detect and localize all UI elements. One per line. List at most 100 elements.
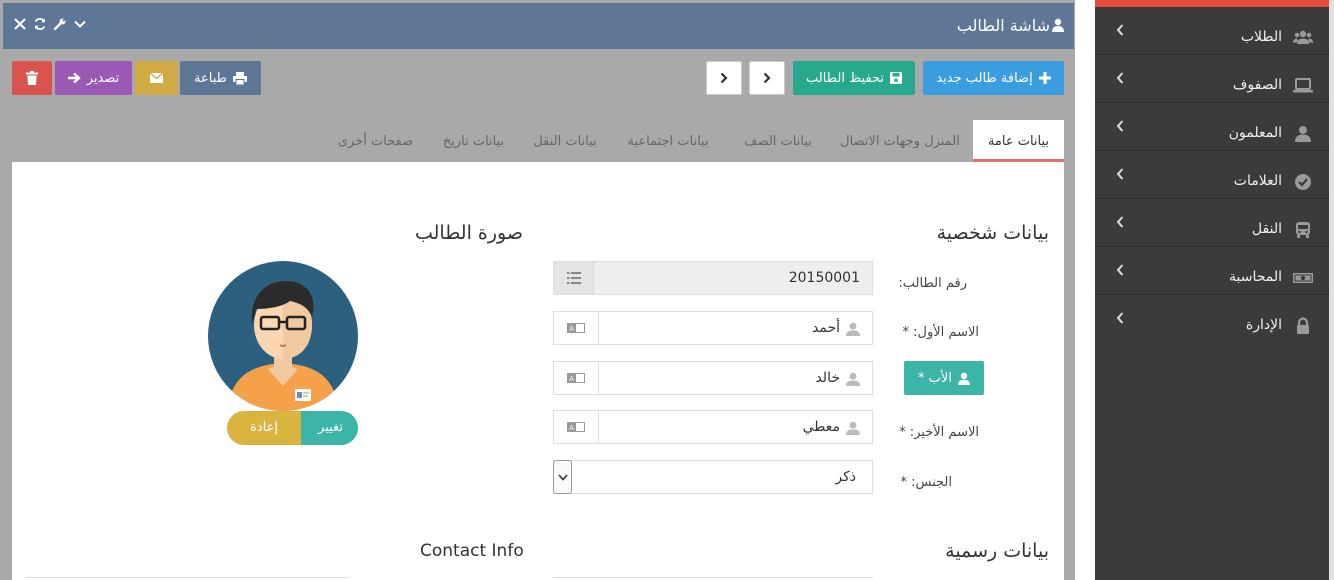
user-icon	[846, 421, 860, 435]
student-id-value: 20150001	[788, 270, 860, 286]
user-icon	[957, 372, 970, 385]
tab-other-pages[interactable]: صفحات أخرى	[326, 120, 425, 162]
chevron-left-icon	[1116, 168, 1124, 180]
plus-icon	[1038, 72, 1051, 84]
refresh-icon[interactable]	[32, 17, 48, 35]
student-avatar	[208, 261, 358, 411]
export-label: تصدير	[86, 70, 120, 86]
next-record-button[interactable]	[749, 61, 785, 95]
window-title: شاشة الطالب	[956, 16, 1050, 35]
tab-bar: بيانات عامة المنزل وجهات الاتصال بيانات …	[12, 120, 1064, 162]
sidebar-item-accounting[interactable]: المحاسبة	[1095, 247, 1329, 295]
sidebar-item-label: الطلاب	[1240, 29, 1282, 45]
print-button[interactable]: طباعة	[180, 61, 261, 95]
tab-general[interactable]: بيانات عامة	[973, 120, 1064, 162]
sidebar-item-administration[interactable]: الإدارة	[1095, 295, 1329, 343]
last-name-label: الاسم الأخير: *	[899, 425, 979, 440]
sidebar-edge	[1329, 0, 1334, 580]
language-toggle-icon[interactable]: A	[554, 411, 599, 443]
envelope-icon	[150, 73, 163, 83]
svg-text:A: A	[569, 325, 574, 333]
gender-label: الجنس: *	[900, 475, 952, 490]
chevron-down-icon[interactable]	[553, 460, 572, 494]
personal-heading: بيانات شخصية	[936, 222, 1049, 244]
sidebar-accent-bar	[1095, 0, 1329, 7]
window-titlebar: شاشة الطالب	[3, 3, 1074, 49]
chevron-right-icon	[720, 72, 728, 84]
father-button-label: الأب *	[918, 370, 952, 386]
user-icon	[1295, 126, 1311, 142]
language-toggle-icon[interactable]: A	[554, 362, 599, 394]
previous-record-button[interactable]	[706, 61, 742, 95]
sidebar-item-grades[interactable]: العلامات	[1095, 151, 1329, 199]
laptop-icon	[1293, 78, 1313, 93]
add-student-button[interactable]: إضافة طالب جديد	[923, 61, 1064, 95]
chevron-down-icon[interactable]	[72, 17, 88, 35]
last-name-value: معطي	[802, 419, 840, 435]
user-icon	[1052, 18, 1064, 32]
lock-icon	[1297, 317, 1309, 334]
print-label: طباعة	[194, 70, 227, 86]
sidebar-item-label: النقل	[1251, 221, 1282, 237]
first-name-field[interactable]: أحمد A	[553, 311, 873, 345]
chevron-left-icon	[1116, 72, 1124, 84]
tab-social[interactable]: بيانات اجتماعية	[612, 120, 724, 162]
change-photo-button[interactable]: تغيير	[301, 411, 358, 445]
bus-icon	[1296, 222, 1310, 238]
user-icon	[846, 322, 860, 336]
sidebar-item-label: المحاسبة	[1228, 269, 1282, 285]
tab-home-contacts[interactable]: المنزل وجهات الاتصال	[829, 120, 971, 162]
father-name-value: خالد	[815, 370, 840, 386]
last-name-field[interactable]: معطي A	[553, 410, 873, 444]
save-student-label: تحفيظ الطالب	[806, 70, 884, 86]
save-student-button[interactable]: تحفيظ الطالب	[793, 61, 915, 95]
father-name-field[interactable]: خالد A	[553, 361, 873, 395]
tab-transport[interactable]: بيانات النقل	[520, 120, 610, 162]
chevron-left-icon	[1116, 120, 1124, 132]
save-icon	[889, 72, 902, 84]
tab-history[interactable]: بيانات تاريخ	[429, 120, 518, 162]
user-icon	[846, 372, 860, 386]
chevron-left-icon	[1116, 24, 1124, 36]
money-icon	[1293, 273, 1313, 283]
chevron-left-icon	[1116, 312, 1124, 324]
sidebar-item-classes[interactable]: الصفوف	[1095, 55, 1329, 103]
arrow-right-icon	[67, 72, 81, 84]
sidebar-item-label: العلامات	[1233, 173, 1282, 189]
first-name-label: الاسم الأول: *	[902, 325, 979, 340]
gender-value: ذكر	[835, 469, 856, 485]
sidebar-item-teachers[interactable]: المعلمون	[1095, 103, 1329, 151]
language-toggle-icon[interactable]: A	[554, 312, 599, 344]
window-tools	[12, 17, 92, 37]
sidebar-item-label: المعلمون	[1228, 125, 1282, 141]
trash-icon	[26, 71, 38, 85]
close-icon[interactable]	[12, 17, 28, 35]
email-button[interactable]	[135, 61, 178, 95]
tab-class[interactable]: بيانات الصف	[730, 120, 826, 162]
father-button[interactable]: الأب *	[904, 361, 984, 395]
official-heading: بيانات رسمية	[945, 540, 1049, 562]
sidebar-item-label: الإدارة	[1245, 317, 1282, 333]
sidebar-item-transport[interactable]: النقل	[1095, 199, 1329, 247]
first-name-value: أحمد	[812, 320, 840, 336]
student-id-label: رقم الطالب:	[898, 276, 967, 291]
svg-text:A: A	[569, 424, 574, 432]
student-id-field[interactable]: 20150001	[553, 261, 873, 295]
gender-select[interactable]: ذكر	[553, 460, 873, 494]
svg-text:A: A	[569, 375, 574, 383]
reset-photo-button[interactable]: إعادة	[227, 411, 301, 445]
sidebar-item-students[interactable]: الطلاب	[1095, 7, 1329, 55]
contact-heading: Contact Info	[420, 541, 524, 561]
print-icon	[232, 71, 247, 85]
chevron-right-icon	[763, 72, 771, 84]
list-icon[interactable]	[554, 262, 594, 294]
check-circle-icon	[1295, 174, 1311, 190]
sidebar-item-label: الصفوف	[1232, 77, 1282, 93]
export-button[interactable]: تصدير	[55, 61, 132, 95]
photo-heading: صورة الطالب	[414, 222, 523, 244]
chevron-left-icon	[1116, 216, 1124, 228]
wrench-icon[interactable]	[52, 17, 68, 35]
chevron-left-icon	[1116, 264, 1124, 276]
delete-button[interactable]	[12, 61, 52, 95]
users-icon	[1293, 30, 1313, 44]
